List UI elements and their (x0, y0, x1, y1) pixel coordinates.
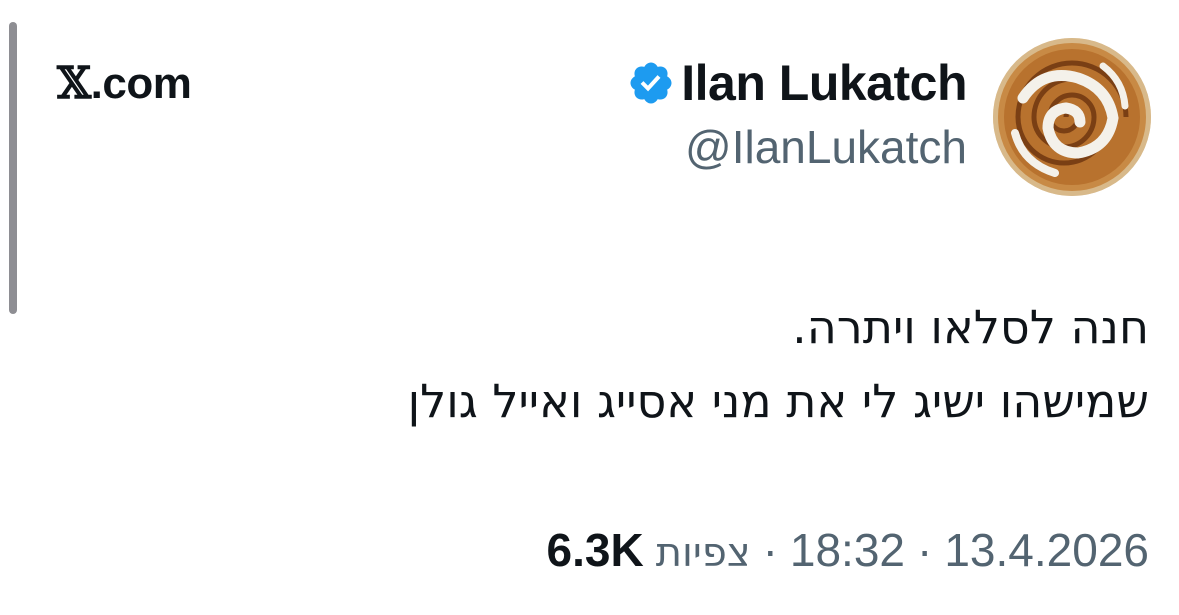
tweet-meta: 13.4.2026 · 18:32 · צפיות 6.3K (547, 523, 1149, 577)
scrollbar[interactable] (9, 22, 17, 314)
author-handle[interactable]: @IlanLukatch (627, 120, 967, 174)
site-domain: .com (90, 59, 192, 108)
cinnamon-roll-icon (993, 38, 1151, 196)
author-header: Ilan Lukatch @IlanLukatch (627, 52, 967, 174)
avatar[interactable] (993, 38, 1151, 196)
tweet-text: חנה לסלאו ויתרה. שמישהו ישיג לי את מני א… (408, 290, 1149, 438)
meta-separator: · (917, 524, 933, 576)
x-logo-icon: 𝕏 (57, 58, 91, 109)
views-count[interactable]: 6.3K (547, 523, 644, 577)
tweet-line-1: חנה לסלאו ויתרה. (792, 300, 1149, 354)
tweet-date[interactable]: 13.4.2026 (944, 523, 1149, 577)
verified-badge-icon (630, 62, 672, 104)
author-name-row[interactable]: Ilan Lukatch (627, 52, 967, 114)
site-label[interactable]: 𝕏.com (57, 58, 192, 109)
tweet-time[interactable]: 18:32 (790, 523, 905, 577)
views-label: צפיות (655, 530, 751, 576)
meta-separator: · (762, 524, 778, 576)
tweet-line-2: שמישהו ישיג לי את מני אסייג ואייל גולן (407, 374, 1149, 428)
author-display-name: Ilan Lukatch (681, 55, 967, 111)
